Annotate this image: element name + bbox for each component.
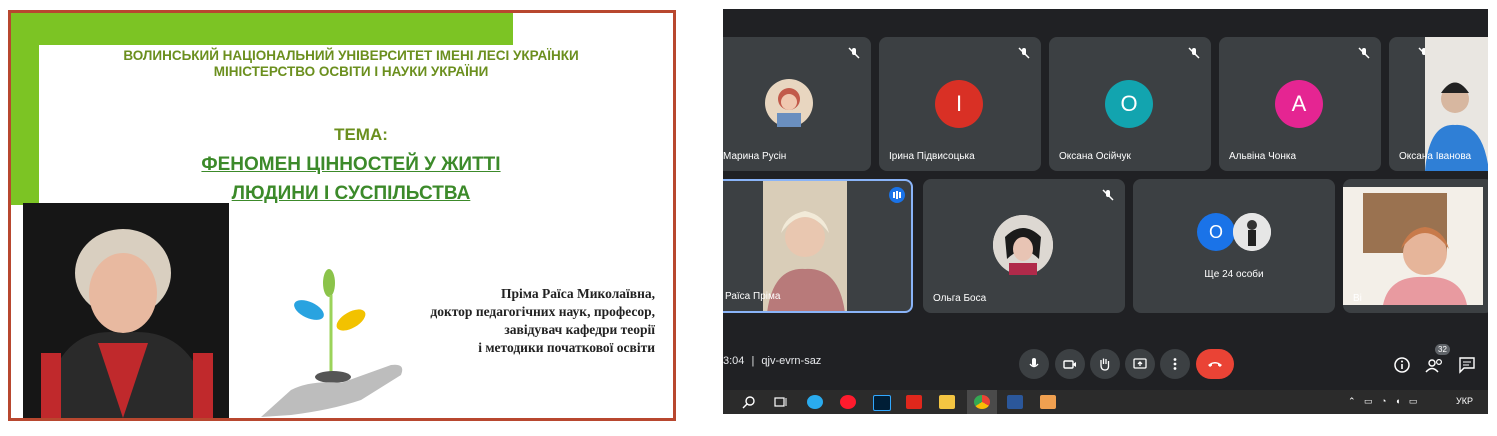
- participant-tile-alvina[interactable]: А Альвіна Чонка: [1219, 37, 1381, 171]
- presentation-slide: ВОЛИНСЬКИЙ НАЦІОНАЛЬНИЙ УНІВЕРСИТЕТ ІМЕН…: [8, 10, 676, 421]
- participants-button[interactable]: 32: [1425, 344, 1450, 374]
- more-vertical-icon: [1173, 358, 1177, 370]
- hang-up-icon: [1208, 362, 1222, 367]
- participant-name: Ольга Боса: [933, 293, 987, 304]
- participant-photo-avatar: [765, 79, 813, 127]
- author-department: і методики початкової освіти: [478, 340, 655, 355]
- author-photo: [23, 203, 229, 418]
- participant-initial-avatar: О: [1197, 213, 1235, 251]
- tema-label: ТЕМА:: [334, 125, 388, 144]
- end-call-button[interactable]: [1196, 349, 1234, 379]
- topic-line-1: ФЕНОМЕН ЦІННОСТЕЙ У ЖИТТІ: [201, 154, 501, 175]
- plant-in-hand-illustration: [261, 269, 403, 417]
- participant-name: Оксана Іванова: [1399, 151, 1472, 162]
- author-info: Пріма Раїса Миколаївна, доктор педагогіч…: [391, 285, 655, 357]
- speaking-indicator-icon: [889, 187, 905, 203]
- participant-initial-avatar: О: [1105, 80, 1153, 128]
- participant-photo-avatar: [993, 215, 1053, 275]
- microphone-icon: [1029, 358, 1039, 368]
- more-participants-label: Ще 24 особи: [1204, 269, 1264, 280]
- photoshop-icon[interactable]: [873, 395, 891, 411]
- word-icon[interactable]: [1007, 395, 1023, 409]
- participant-initial-avatar: І: [935, 80, 983, 128]
- file-explorer-icon[interactable]: [939, 395, 955, 409]
- chat-icon: [1459, 357, 1475, 374]
- participant-name: Раїса Пріма: [725, 291, 781, 302]
- more-participants-tile[interactable]: О Ще 24 особи: [1133, 179, 1335, 313]
- participant-video: [1343, 187, 1483, 305]
- author-position: завідувач кафедри теорії: [504, 322, 655, 337]
- paint-icon[interactable]: [1040, 395, 1056, 409]
- slide-green-band-top: [11, 13, 513, 45]
- mic-off-icon: [848, 47, 860, 59]
- participant-tile-oksana-i[interactable]: Оксана Іванова: [1389, 37, 1488, 171]
- mic-off-icon: [1018, 47, 1030, 59]
- participant-tile-iryna[interactable]: І Ірина Підвисоцька: [879, 37, 1041, 171]
- university-name: ВОЛИНСЬКИЙ НАЦІОНАЛЬНИЙ УНІВЕРСИТЕТ ІМЕН…: [123, 48, 579, 63]
- microphone-button[interactable]: [1019, 349, 1049, 379]
- chrome-icon[interactable]: [974, 395, 990, 409]
- present-screen-icon: [1133, 358, 1147, 369]
- camera-icon: [1063, 360, 1076, 369]
- mic-off-icon: [1358, 47, 1370, 59]
- participant-name: Ві: [1353, 293, 1362, 304]
- participant-initial-avatar: А: [1275, 80, 1323, 128]
- author-name: Пріма Раїса Миколаївна,: [501, 286, 655, 301]
- system-tray-icons[interactable]: ⌃ ▭ ◔ ◖ ▭: [1348, 396, 1420, 407]
- author-degree: доктор педагогічних наук, професор,: [430, 304, 655, 319]
- meeting-details-button[interactable]: [1393, 356, 1411, 374]
- participant-name: Марина Русін: [723, 151, 787, 162]
- meeting-code: qjv-evrn-saz: [761, 355, 822, 367]
- participant-tile-raisa[interactable]: Раїса Пріма: [723, 179, 913, 313]
- raise-hand-icon: [1100, 358, 1110, 371]
- people-icon: [1425, 358, 1443, 373]
- info-icon: [1394, 357, 1410, 373]
- participant-tile-oksana-o[interactable]: О Оксана Осійчук: [1049, 37, 1211, 171]
- video-call-window: Марина Русін І Ірина Підвисоцька О Оксан…: [723, 9, 1488, 414]
- windows-taskbar: ⌃ ▭ ◔ ◖ ▭ УКР: [723, 390, 1488, 414]
- topic-line-2: ЛЮДИНИ І СУСПІЛЬСТВА: [231, 183, 471, 204]
- meeting-info: 3:04 | qjv-evrn-saz: [723, 355, 822, 367]
- chat-button[interactable]: [1458, 356, 1476, 374]
- slide-green-band-left: [11, 13, 39, 205]
- participant-tile-olha[interactable]: Ольга Боса: [923, 179, 1125, 313]
- slide-topic: ФЕНОМЕН ЦІННОСТЕЙ У ЖИТТІ ЛЮДИНИ І СУСПІ…: [151, 150, 551, 208]
- participant-name: Альвіна Чонка: [1229, 151, 1297, 162]
- ministry-name: МІНІСТЕРСТВО ОСВІТИ І НАУКИ УКРАЇНИ: [213, 64, 489, 79]
- participant-tile-marina[interactable]: Марина Русін: [723, 37, 871, 171]
- search-icon[interactable]: [741, 395, 757, 409]
- participant-name: Оксана Осійчук: [1059, 151, 1131, 162]
- participant-count-badge: 32: [1435, 344, 1450, 355]
- participant-name: Ірина Підвисоцька: [889, 151, 975, 162]
- mic-off-icon: [1102, 189, 1114, 201]
- raise-hand-button[interactable]: [1090, 349, 1120, 379]
- participant-tile-vi[interactable]: Ві: [1343, 179, 1488, 313]
- camera-button[interactable]: [1055, 349, 1085, 379]
- slide-university-header: ВОЛИНСЬКИЙ НАЦІОНАЛЬНИЙ УНІВЕРСИТЕТ ІМЕН…: [71, 48, 631, 80]
- task-view-icon[interactable]: [773, 395, 789, 409]
- participant-photo-avatar: [1233, 213, 1271, 251]
- meeting-time: 3:04: [723, 355, 745, 367]
- more-options-button[interactable]: [1160, 349, 1190, 379]
- present-screen-button[interactable]: [1125, 349, 1155, 379]
- mic-off-icon: [1188, 47, 1200, 59]
- keyboard-language[interactable]: УКР: [1456, 396, 1473, 406]
- telegram-icon[interactable]: [807, 395, 823, 409]
- opera-icon[interactable]: [840, 395, 856, 409]
- acrobat-icon[interactable]: [906, 395, 922, 409]
